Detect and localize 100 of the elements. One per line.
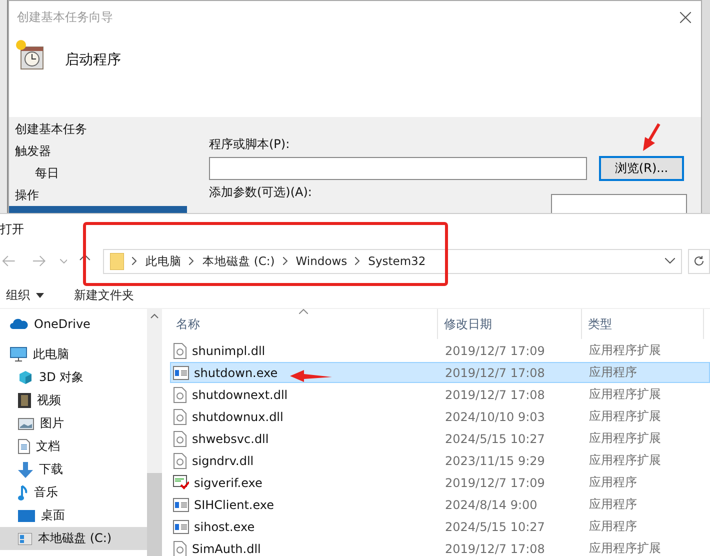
table-cell-text: 2024/5/15 10:27 <box>444 520 546 534</box>
table-cell-text: 2023/11/15 9:29 <box>444 454 546 468</box>
breadcrumb[interactable]: 此电脑 <box>145 254 182 268</box>
wizard-step[interactable]: 触发器 <box>9 140 187 162</box>
table-cell-text: 应用程序 <box>588 518 638 535</box>
settings-file-icon <box>173 452 187 468</box>
file-name: shutdown.exe <box>194 366 278 380</box>
file-row[interactable]: shunimpl.dll 2019/12/7 17:09 应用程序扩展 <box>170 340 710 361</box>
desktop-icon <box>18 510 35 522</box>
program-field[interactable] <box>209 157 587 180</box>
chevron-down-icon[interactable] <box>665 258 676 264</box>
annotation-arrow <box>290 370 332 382</box>
file-name: shutdownext.dll <box>192 388 288 402</box>
address-bar[interactable]: 此电脑 本地磁盘 (C:) Windows System32 <box>103 248 682 274</box>
table-cell-text: 2024/8/14 9:00 <box>444 498 538 512</box>
file-row[interactable]: SimAuth.dll 2019/12/7 17:08 应用程序扩展 <box>170 538 710 556</box>
field-label: 程序或脚本(P): <box>209 136 290 152</box>
close-icon[interactable] <box>680 12 691 22</box>
file-row[interactable]: shutdown.exe 2019/12/7 17:08 应用程序 <box>170 362 710 383</box>
file-row[interactable]: signdrv.dll 2023/11/15 9:29 应用程序扩展 <box>170 450 710 471</box>
back-arrow-icon[interactable] <box>2 255 16 267</box>
file-name: SIHClient.exe <box>194 498 274 512</box>
file-row[interactable]: SIHClient.exe 2024/8/14 9:00 应用程序 <box>170 494 710 515</box>
table-cell-text: 应用程序扩展 <box>588 408 662 425</box>
chevron-right-icon <box>189 257 194 265</box>
table-cell-text: 2019/12/7 17:09 <box>444 476 546 490</box>
scrollbar[interactable] <box>147 309 162 556</box>
arguments-field[interactable] <box>551 194 687 213</box>
application-icon <box>173 520 189 534</box>
wizard-step[interactable]: 操作 <box>9 184 187 206</box>
organize-menu[interactable]: 组织 <box>6 287 44 304</box>
table-cell-text: 应用程序扩展 <box>588 386 662 403</box>
table-cell-text: 应用程序 <box>588 474 638 491</box>
file-name: shutdownux.dll <box>192 410 284 424</box>
film-icon <box>18 393 31 408</box>
nav-item[interactable]: 图片 <box>0 412 147 435</box>
nav-item[interactable]: 本地磁盘 (C:) <box>0 527 147 550</box>
table-cell-text: 应用程序 <box>588 364 638 381</box>
table-cell-text: 应用程序 <box>588 496 638 513</box>
nav-item[interactable]: 视频 <box>0 389 147 412</box>
file-name: SimAuth.dll <box>192 542 261 556</box>
table-cell-text: 应用程序扩展 <box>588 430 662 447</box>
window-title: 打开 <box>0 221 24 238</box>
nav-item[interactable]: 3D 对象 <box>0 366 147 389</box>
certificate-check-icon <box>173 475 189 490</box>
browse-button[interactable]: 浏览(R)... <box>599 156 684 181</box>
cube-icon <box>18 370 33 385</box>
chevron-right-icon <box>355 257 360 265</box>
column-header[interactable]: 名称 <box>170 309 438 339</box>
file-row[interactable]: sihost.exe 2024/5/15 10:27 应用程序 <box>170 516 710 537</box>
wizard-step[interactable]: 创建基本任务 <box>9 118 187 140</box>
file-name: sigverif.exe <box>194 476 262 490</box>
nav-item[interactable]: 此电脑 <box>0 343 147 366</box>
nav-item[interactable]: 文档 <box>0 435 147 458</box>
settings-file-icon <box>173 408 187 424</box>
breadcrumb[interactable]: Windows <box>296 254 348 268</box>
chevron-right-icon <box>282 257 288 265</box>
forward-arrow-icon[interactable] <box>32 255 46 267</box>
table-cell-text: 应用程序扩展 <box>588 342 662 359</box>
computer-icon <box>10 347 27 362</box>
table-cell-text: 应用程序扩展 <box>588 540 662 556</box>
refresh-icon <box>693 255 706 267</box>
clock-calendar-icon <box>15 39 45 71</box>
table-cell-text: 2024/5/15 10:27 <box>444 432 546 446</box>
application-icon <box>173 498 189 512</box>
wizard-step[interactable]: 每日 <box>9 162 187 184</box>
image-icon <box>18 418 34 430</box>
settings-file-icon <box>173 430 187 446</box>
file-name: shwebsvc.dll <box>192 432 269 446</box>
table-cell-text: 2024/10/10 9:03 <box>444 410 546 424</box>
settings-file-icon <box>173 342 187 358</box>
download-arrow-icon <box>18 462 33 478</box>
file-name: sihost.exe <box>194 520 255 534</box>
nav-item[interactable]: OneDrive <box>0 312 147 335</box>
table-cell-text: 2019/12/7 17:08 <box>444 542 546 556</box>
chevron-right-icon <box>132 257 138 265</box>
annotation-arrow <box>641 123 661 153</box>
sort-ascending-icon <box>299 309 308 314</box>
file-row[interactable]: shutdownux.dll 2024/10/10 9:03 应用程序扩展 <box>170 406 710 427</box>
window-title: 创建基本任务向导 <box>17 8 113 26</box>
table-cell-text: 2019/12/7 17:08 <box>444 366 546 380</box>
cloud-icon <box>10 318 28 329</box>
table-cell-text: 2019/12/7 17:09 <box>444 344 546 358</box>
breadcrumb[interactable]: 本地磁盘 (C:) <box>202 254 275 268</box>
settings-file-icon <box>173 386 187 402</box>
nav-item[interactable]: 桌面 <box>0 504 147 527</box>
table-cell-text: 应用程序扩展 <box>588 452 662 469</box>
file-name: signdrv.dll <box>192 454 254 468</box>
column-header[interactable]: 类型 <box>582 309 704 339</box>
refresh-button[interactable] <box>688 248 710 274</box>
file-row[interactable]: shutdownext.dll 2019/12/7 17:08 应用程序扩展 <box>170 384 710 405</box>
nav-item[interactable]: 音乐 <box>0 481 147 504</box>
breadcrumb[interactable]: System32 <box>368 254 426 268</box>
column-header[interactable]: 修改日期 <box>438 309 582 339</box>
field-label: 添加参数(可选)(A): <box>209 184 312 200</box>
new-folder-button[interactable]: 新建文件夹 <box>74 287 134 304</box>
drive-icon <box>18 532 32 544</box>
nav-item[interactable]: 下载 <box>0 458 147 481</box>
file-row[interactable]: shwebsvc.dll 2024/5/15 10:27 应用程序扩展 <box>170 428 710 449</box>
file-row[interactable]: sigverif.exe 2019/12/7 17:09 应用程序 <box>170 472 710 493</box>
